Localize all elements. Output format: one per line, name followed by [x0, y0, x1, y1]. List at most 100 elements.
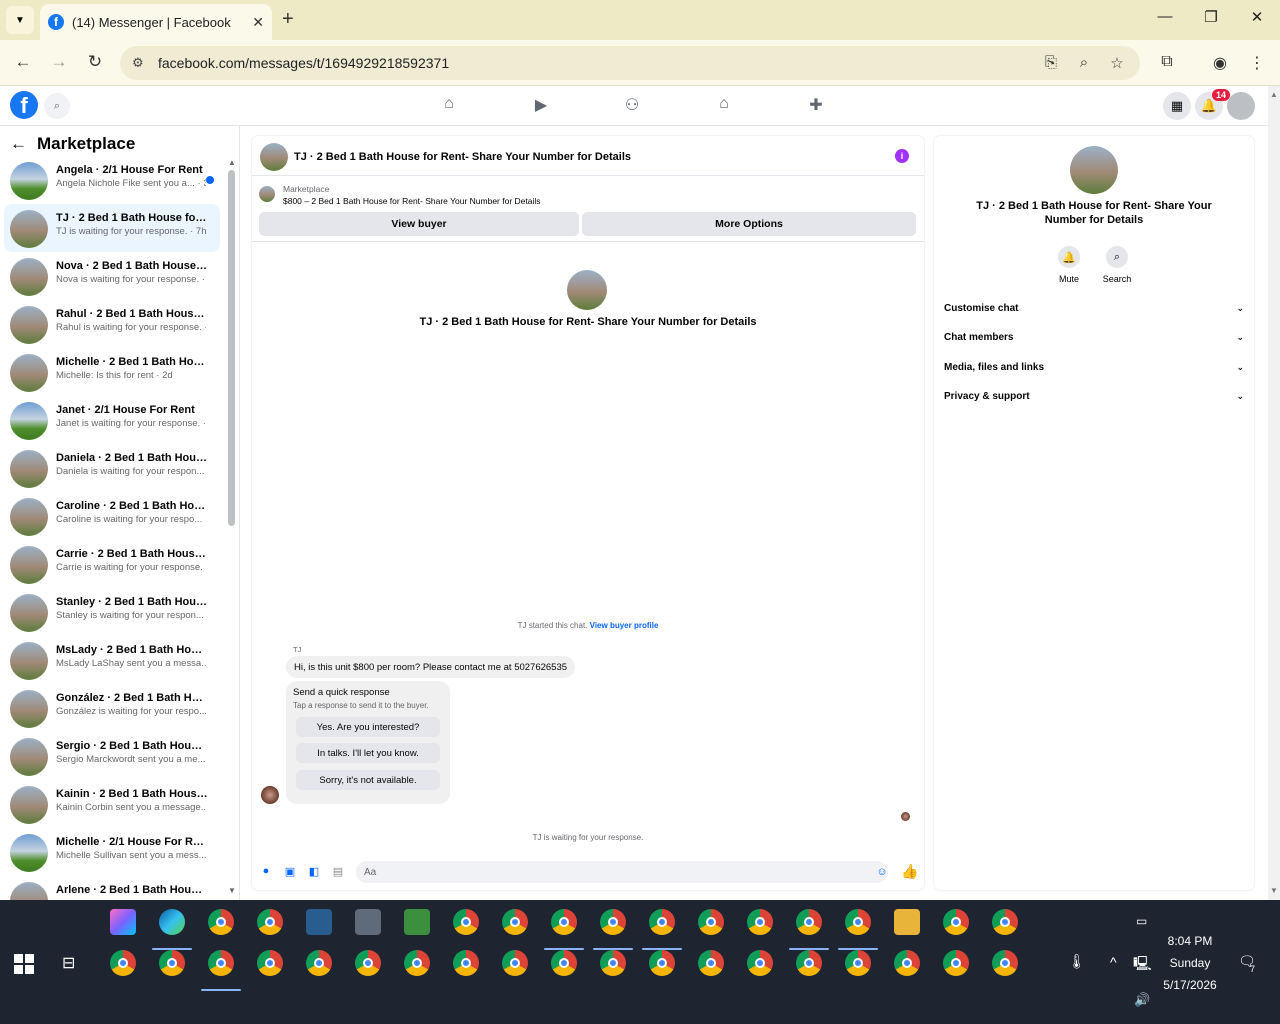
home-icon[interactable]: ⌂	[437, 95, 461, 117]
copilot-icon[interactable]	[110, 909, 136, 935]
chrome-icon[interactable]	[992, 950, 1018, 976]
chrome-icon[interactable]	[747, 909, 773, 935]
scroll-up-icon[interactable]: ▲	[1270, 90, 1278, 99]
sticker-icon[interactable]: ◧	[307, 865, 321, 879]
conversation-item[interactable]: Carrie · 2 Bed 1 Bath House for ... Carri…	[4, 540, 220, 588]
chrome-icon[interactable]	[747, 950, 773, 976]
chrome-icon[interactable]	[698, 950, 724, 976]
reload-icon[interactable]: ↻	[83, 52, 107, 72]
conversation-item[interactable]: Daniela · 2 Bed 1 Bath House fo... Daniel…	[4, 444, 220, 492]
groups-icon[interactable]: ⚇	[620, 95, 644, 117]
conversation-item[interactable]: Janet · 2/1 House For Rent Janet is waiti…	[4, 396, 220, 444]
back-icon[interactable]: ←	[11, 52, 35, 72]
back-arrow-icon[interactable]: ←	[10, 134, 27, 154]
emoji-icon[interactable]: ☺	[875, 866, 889, 880]
chevron-up-icon[interactable]: ^	[1110, 954, 1117, 970]
zoom-icon[interactable]: ⌕	[1073, 54, 1095, 71]
quick-reply-not-available-button[interactable]: Sorry, it's not available.	[296, 770, 440, 790]
conversation-item[interactable]: MsLady · 2 Bed 1 Bath House f... MsLady L…	[4, 636, 220, 684]
quick-reply-in-talks-button[interactable]: In talks. I'll let you know.	[296, 743, 440, 763]
chrome-icon[interactable]	[306, 950, 332, 976]
network-icon[interactable]: 🖳	[1133, 953, 1152, 977]
site-settings-icon[interactable]: ⚙	[132, 55, 144, 71]
task-view-icon[interactable]: ⊟	[62, 953, 75, 973]
new-tab-icon[interactable]: +	[282, 8, 294, 31]
chrome-icon[interactable]	[453, 909, 479, 935]
chrome-icon[interactable]	[845, 909, 871, 935]
display-icon[interactable]: ▭	[1136, 914, 1147, 928]
clock-day[interactable]: Sunday	[1150, 956, 1230, 970]
view-buyer-profile-link[interactable]: View buyer profile	[590, 621, 659, 630]
scroll-up-icon[interactable]: ▲	[228, 158, 236, 167]
view-buyer-button[interactable]: View buyer	[259, 212, 579, 236]
video-icon[interactable]: ▶	[529, 95, 553, 117]
mute-button[interactable]: 🔔 Mute	[1047, 246, 1091, 284]
conversation-item[interactable]: Stanley · 2 Bed 1 Bath House fo... Stanle…	[4, 588, 220, 636]
temperature-icon[interactable]: 🌡	[1068, 953, 1086, 970]
chrome-icon[interactable]	[649, 909, 675, 935]
chrome-icon[interactable]	[796, 909, 822, 935]
facebook-logo-icon[interactable]: f	[10, 91, 38, 119]
search-icon[interactable]: ⌕	[44, 93, 70, 119]
chat-title[interactable]: TJ · 2 Bed 1 Bath House for Rent- Share …	[294, 151, 631, 163]
file-explorer-icon[interactable]	[894, 909, 920, 935]
minimize-icon[interactable]: —	[1150, 8, 1180, 25]
section-privacy-support[interactable]: Privacy & support ⌄	[944, 391, 1244, 402]
chrome-icon[interactable]	[943, 909, 969, 935]
chrome-icon[interactable]	[845, 950, 871, 976]
scroll-down-icon[interactable]: ▼	[228, 886, 236, 895]
section-customise-chat[interactable]: Customise chat ⌄	[944, 303, 1244, 314]
chrome-icon[interactable]	[257, 909, 283, 935]
chrome-icon[interactable]	[551, 950, 577, 976]
profile-icon[interactable]: ◉	[1209, 53, 1231, 73]
conversation-item[interactable]: Kainin · 2 Bed 1 Bath House for ... Kaini…	[4, 780, 220, 828]
chrome-icon[interactable]	[600, 909, 626, 935]
listing-title[interactable]: $800 – 2 Bed 1 Bath House for Rent- Shar…	[283, 196, 541, 206]
chrome-icon[interactable]	[453, 950, 479, 976]
close-tab-icon[interactable]: ✕	[252, 14, 264, 31]
scroll-down-icon[interactable]: ▼	[1270, 886, 1278, 895]
address-bar[interactable]: ⚙ facebook.com/messages/t/16949292185923…	[120, 46, 1140, 80]
extensions-icon[interactable]: ⧉	[1156, 53, 1178, 71]
chrome-icon[interactable]	[257, 950, 283, 976]
disk-app-icon[interactable]	[355, 909, 381, 935]
menu-kebab-icon[interactable]: ⋮	[1246, 53, 1268, 73]
chrome-icon[interactable]	[404, 950, 430, 976]
chrome-icon[interactable]	[208, 909, 234, 935]
conversation-item[interactable]: TJ · 2 Bed 1 Bath House for Ren... TJ is …	[4, 204, 220, 252]
like-thumb-icon[interactable]: 👍	[901, 863, 918, 879]
conversation-item[interactable]: González · 2 Bed 1 Bath House ... Gonzále…	[4, 684, 220, 732]
scrollbar-thumb[interactable]	[228, 170, 235, 526]
info-icon[interactable]: i	[895, 149, 909, 163]
chrome-icon[interactable]	[502, 950, 528, 976]
install-app-icon[interactable]: ⎘	[1040, 54, 1062, 71]
conversation-item[interactable]: Nova · 2 Bed 1 Bath House for ... Nova is…	[4, 252, 220, 300]
clock-time[interactable]: 8:04 PM	[1150, 934, 1230, 948]
clock-date[interactable]: 5/17/2026	[1150, 978, 1230, 992]
conversation-item[interactable]: Angela · 2/1 House For Rent Angela Nichol…	[4, 156, 220, 204]
page-scrollbar[interactable]: ▲ ▼	[1268, 86, 1280, 900]
conversation-item[interactable]: Michelle · 2 Bed 1 Bath House f... Michel…	[4, 348, 220, 396]
chrome-icon[interactable]	[551, 909, 577, 935]
chat-avatar[interactable]	[260, 143, 288, 171]
gif-icon[interactable]: ▤	[331, 865, 345, 879]
edge-icon[interactable]	[159, 909, 185, 935]
volume-icon[interactable]: 🔊	[1134, 992, 1150, 1008]
quick-reply-yes-button[interactable]: Yes. Are you interested?	[296, 717, 440, 737]
chrome-icon[interactable]	[698, 909, 724, 935]
conversation-item[interactable]: Arlene · 2 Bed 1 Bath House for...	[4, 876, 220, 900]
chrome-icon[interactable]	[943, 950, 969, 976]
windows-start-icon[interactable]	[14, 954, 34, 974]
chrome-icon[interactable]	[992, 909, 1018, 935]
chrome-icon[interactable]	[355, 950, 381, 976]
chrome-icon[interactable]	[600, 950, 626, 976]
conversation-item[interactable]: Caroline · 2 Bed 1 Bath House f... Caroli…	[4, 492, 220, 540]
conversation-item[interactable]: Sergio · 2 Bed 1 Bath House for... Sergio…	[4, 732, 220, 780]
conversation-item[interactable]: Rahul · 2 Bed 1 Bath House for ... Rahul …	[4, 300, 220, 348]
search-chat-button[interactable]: ⌕ Search	[1095, 246, 1139, 284]
forward-icon[interactable]: →	[47, 52, 71, 72]
menu-grid-icon[interactable]: ▦	[1163, 92, 1191, 120]
message-input[interactable]	[356, 861, 888, 883]
section-media-files-links[interactable]: Media, files and links ⌄	[944, 362, 1244, 373]
chrome-icon[interactable]	[649, 950, 675, 976]
